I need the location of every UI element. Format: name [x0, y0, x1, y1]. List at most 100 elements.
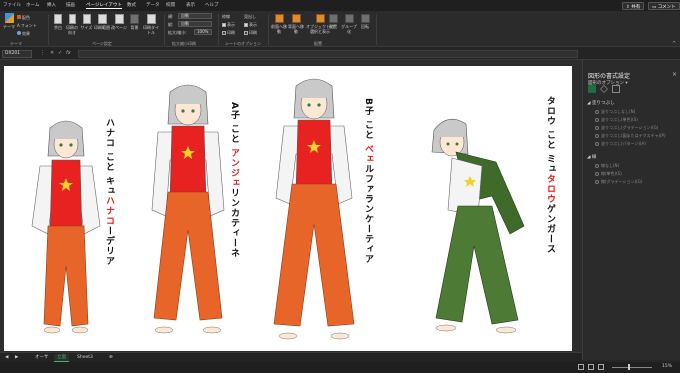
theme-effects-button[interactable]: 効果 — [17, 31, 30, 37]
menu-page-layout[interactable]: ページレイアウト — [86, 2, 122, 9]
margins-label: 余白 — [54, 25, 62, 30]
menu-help[interactable]: ヘルプ — [205, 2, 219, 8]
rotate-button[interactable]: 回転 — [358, 14, 372, 29]
fill-option[interactable]: 塗りつぶしなし(N) — [595, 109, 635, 115]
zoom-slider[interactable] — [612, 367, 652, 368]
breaks-label: 改ページ — [111, 25, 127, 30]
checkbox-checked-icon — [244, 23, 248, 27]
label-text: ゲンガース — [545, 204, 555, 255]
print-titles-icon — [146, 14, 156, 24]
add-sheet-icon[interactable]: ⊕ — [106, 354, 116, 362]
close-icon[interactable]: × — [672, 71, 677, 78]
line-section-header[interactable]: ◢ 線 — [587, 154, 596, 160]
checkbox-checked-icon — [222, 23, 226, 27]
line-option[interactable]: 線なし(N) — [595, 163, 619, 169]
send-backward-button[interactable]: 背面へ移動 — [288, 14, 304, 34]
group-button[interactable]: グループ化 — [341, 14, 357, 34]
status-bar: 15% — [0, 362, 680, 373]
format-shape-pane: 図形の書式設定 × 図形のオプション ▾ ◢ 塗りつぶし 塗りつぶしなし(N) … — [582, 60, 680, 360]
fill-line-icon[interactable] — [588, 85, 596, 93]
effects-tab-icon[interactable] — [600, 85, 608, 93]
align-button[interactable]: 配置 — [326, 14, 340, 29]
bring-forward-label: 前面へ移動 — [271, 24, 287, 34]
size-properties-icon[interactable] — [612, 85, 620, 93]
rotate-label: 回転 — [361, 24, 369, 29]
fill-option[interactable]: 塗りつぶし(単色)(S) — [595, 117, 638, 123]
character-b-ko[interactable] — [270, 74, 358, 348]
margins-button[interactable]: 余白 — [51, 14, 65, 30]
sheet-tab[interactable]: Sheet3 — [74, 354, 96, 362]
label-text: ハナコ こと キュ — [104, 118, 114, 197]
menu-file[interactable]: ファイル — [3, 2, 21, 8]
character-taro[interactable] — [422, 106, 534, 342]
fill-option-label: 塗りつぶし(パターン)(A) — [601, 141, 646, 146]
themes-button[interactable]: テーマ — [2, 13, 16, 29]
print-titles-button[interactable]: 印刷タイトル — [142, 14, 160, 35]
scale-height-label: 縦: — [168, 22, 174, 27]
bring-forward-icon — [274, 14, 284, 23]
palette-icon — [17, 15, 21, 19]
fill-section-header[interactable]: ◢ 塗りつぶし — [587, 100, 614, 106]
breaks-button[interactable]: 改ページ — [111, 14, 127, 30]
orientation-button[interactable]: 印刷の向き — [65, 14, 79, 35]
label-highlight: アンジェ — [229, 148, 239, 189]
zoom-slider-thumb[interactable] — [628, 364, 630, 370]
ribbon-separator — [164, 14, 165, 45]
zoom-level[interactable]: 15% — [662, 364, 672, 369]
font-icon: A — [17, 23, 20, 28]
checkbox-icon — [222, 31, 226, 35]
formula-input[interactable] — [78, 50, 578, 58]
size-button[interactable]: サイズ — [80, 14, 93, 30]
page-break-view-icon[interactable] — [598, 364, 604, 370]
menu-review[interactable]: 校閲 — [166, 2, 175, 8]
sheet-tab[interactable]: オーサ — [32, 354, 51, 362]
theme-fonts-button[interactable]: Aフォント — [17, 23, 37, 29]
background-label: 背景 — [130, 25, 139, 30]
sheet-tab-active[interactable]: 立面 — [54, 354, 69, 362]
headings-heading: 見出し — [244, 14, 256, 19]
name-box[interactable]: DX201 — [2, 50, 32, 58]
fill-option[interactable]: 塗りつぶし(図またはテクスチャ)(P) — [595, 133, 666, 139]
fill-option[interactable]: 塗りつぶし(グラデーション)(G) — [595, 125, 658, 131]
character-a-ko[interactable] — [144, 80, 230, 348]
gridlines-view-checkbox[interactable]: 表示 — [222, 22, 235, 28]
scale-width-select[interactable]: 自動 — [178, 13, 212, 19]
ribbon-separator — [376, 14, 377, 45]
fx-icon[interactable]: fx — [66, 50, 71, 56]
enter-icon[interactable]: ✓ — [58, 50, 62, 56]
cancel-icon[interactable]: ✕ — [50, 50, 54, 56]
scroll-left-icon[interactable]: ◀ — [2, 354, 11, 362]
gridlines-heading: 枠線 — [222, 14, 230, 19]
ribbon-separator — [218, 14, 219, 45]
background-button[interactable]: 背景 — [128, 14, 141, 30]
bring-forward-button[interactable]: 前面へ移動 — [271, 14, 287, 34]
line-option[interactable]: 線(単色)(S) — [595, 171, 622, 177]
drawing-canvas[interactable]: ハナコ こと キュハナコーデリア A子 こと アンジェリンカティーネ B子 こと… — [4, 66, 572, 351]
comment-button[interactable]: ▭ コメント — [648, 2, 680, 10]
headings-print-label: 印刷 — [249, 30, 257, 35]
page-layout-view-icon[interactable] — [588, 364, 594, 370]
scale-height-select[interactable]: 自動 — [178, 21, 212, 27]
align-icon — [328, 14, 338, 23]
character-hanako[interactable] — [30, 116, 102, 342]
gridlines-print-checkbox[interactable]: 印刷 — [222, 30, 235, 36]
scale-zoom-input[interactable]: 100% — [194, 29, 212, 35]
menu-home[interactable]: ホーム — [26, 2, 39, 8]
fill-section-title: 塗りつぶし — [591, 101, 615, 106]
menu-formulas[interactable]: 数式 — [127, 2, 136, 8]
menu-draw[interactable]: 描画 — [66, 2, 75, 8]
share-button[interactable]: ⇪ 共有 — [622, 2, 645, 10]
print-area-button[interactable]: 印刷範囲 — [94, 14, 110, 30]
send-backward-label: 背面へ移動 — [288, 24, 304, 34]
breaks-icon — [114, 14, 124, 24]
headings-view-checkbox[interactable]: 表示 — [244, 22, 257, 28]
theme-colors-button[interactable]: 配色 — [17, 15, 30, 21]
fill-option[interactable]: 塗りつぶし(パターン)(A) — [595, 141, 646, 147]
menu-view[interactable]: 表示 — [186, 2, 195, 8]
menu-data[interactable]: データ — [146, 2, 160, 8]
line-option[interactable]: 線(グラデーション)(G) — [595, 179, 642, 185]
normal-view-icon[interactable] — [578, 364, 584, 370]
headings-print-checkbox[interactable]: 印刷 — [244, 30, 257, 36]
scroll-right-icon[interactable]: ▶ — [12, 354, 21, 362]
menu-insert[interactable]: 挿入 — [47, 2, 56, 8]
